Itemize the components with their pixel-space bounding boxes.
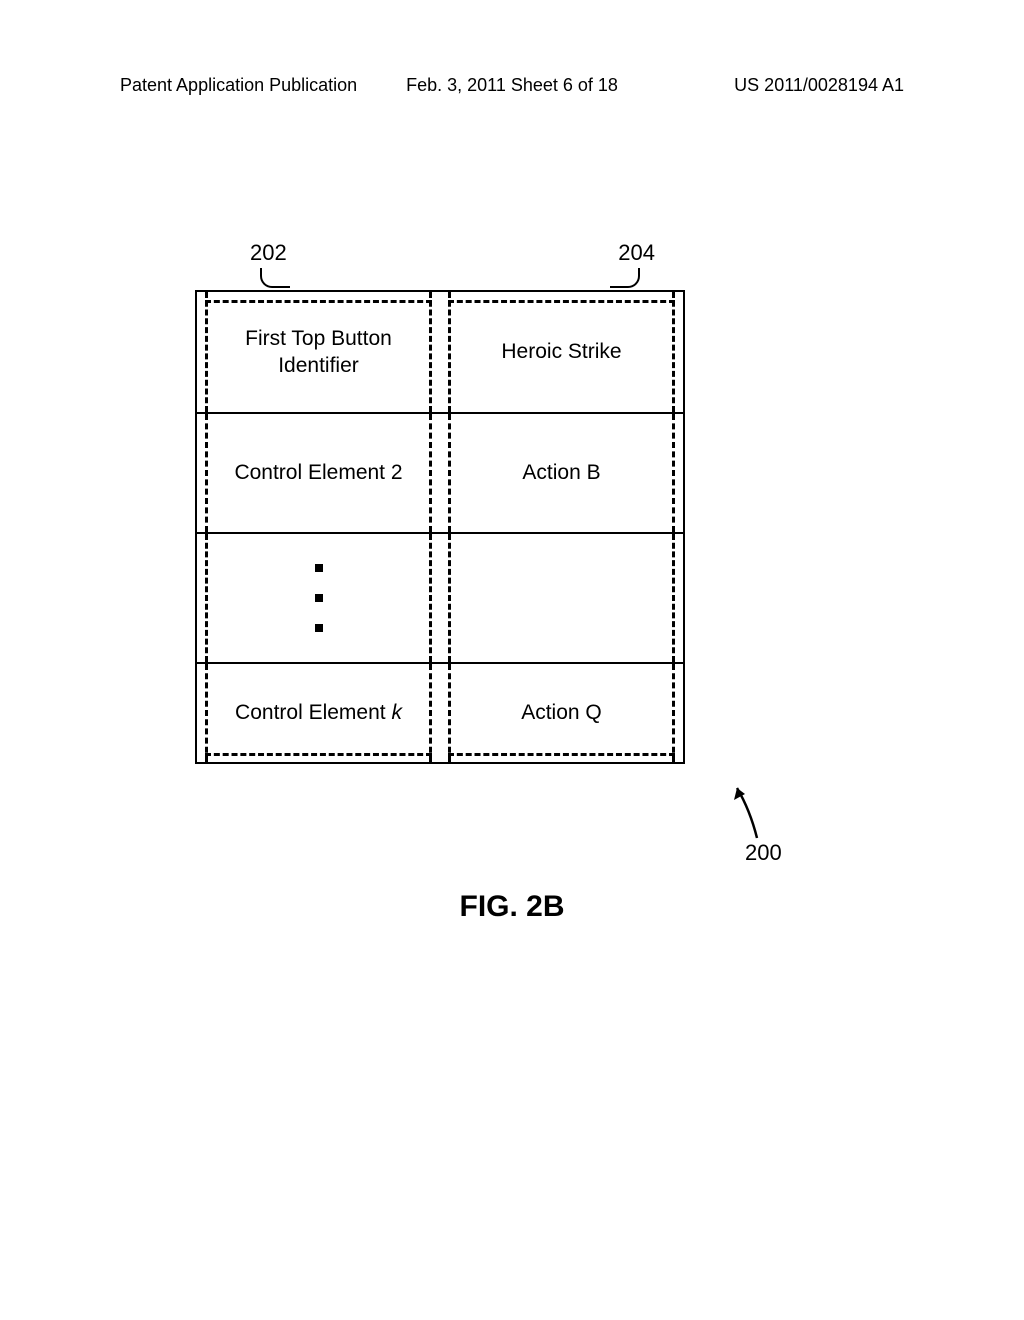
- reference-number-200: 200: [745, 840, 782, 866]
- cell-text: Action B: [522, 459, 600, 486]
- cell-text: Control Element 2: [234, 459, 402, 486]
- cell-text: Action Q: [521, 699, 602, 726]
- cell-control-2: Control Element 2: [197, 412, 440, 532]
- header-center: Feb. 3, 2011 Sheet 6 of 18: [406, 75, 618, 96]
- label-202: 202: [250, 240, 287, 266]
- label-204: 204: [618, 240, 655, 266]
- cell-action-ellipsis: [440, 532, 683, 662]
- column-labels: 202 204: [195, 240, 685, 290]
- cell-action-q: Action Q: [440, 662, 683, 762]
- cell-control-k: Control Element k: [197, 662, 440, 762]
- cell-ellipsis: [197, 532, 440, 662]
- cell-control-1: First Top Button Identifier: [197, 292, 440, 412]
- table-row: First Top Button Identifier Heroic Strik…: [197, 292, 683, 412]
- table-row: [197, 532, 683, 662]
- table-row: Control Element 2 Action B: [197, 412, 683, 532]
- hook-right-icon: [610, 268, 640, 288]
- header-right: US 2011/0028194 A1: [734, 75, 904, 96]
- cell-action-2: Action B: [440, 412, 683, 532]
- reference-arrow-200: 200: [725, 780, 785, 865]
- cell-text: First Top Button Identifier: [207, 325, 430, 380]
- figure-label: FIG. 2B: [459, 890, 564, 924]
- mapping-table: First Top Button Identifier Heroic Strik…: [195, 290, 685, 764]
- page-header: Patent Application Publication Feb. 3, 2…: [0, 75, 1024, 96]
- cell-text: Heroic Strike: [501, 338, 621, 365]
- hook-left-icon: [260, 268, 290, 288]
- diagram: 202 204 First Top Button Identifier Hero…: [195, 240, 685, 764]
- header-left: Patent Application Publication: [120, 75, 357, 96]
- table-row: Control Element k Action Q: [197, 662, 683, 762]
- cell-text: Control Element k: [235, 699, 402, 726]
- vertical-ellipsis-icon: [315, 564, 323, 632]
- cell-action-1: Heroic Strike: [440, 292, 683, 412]
